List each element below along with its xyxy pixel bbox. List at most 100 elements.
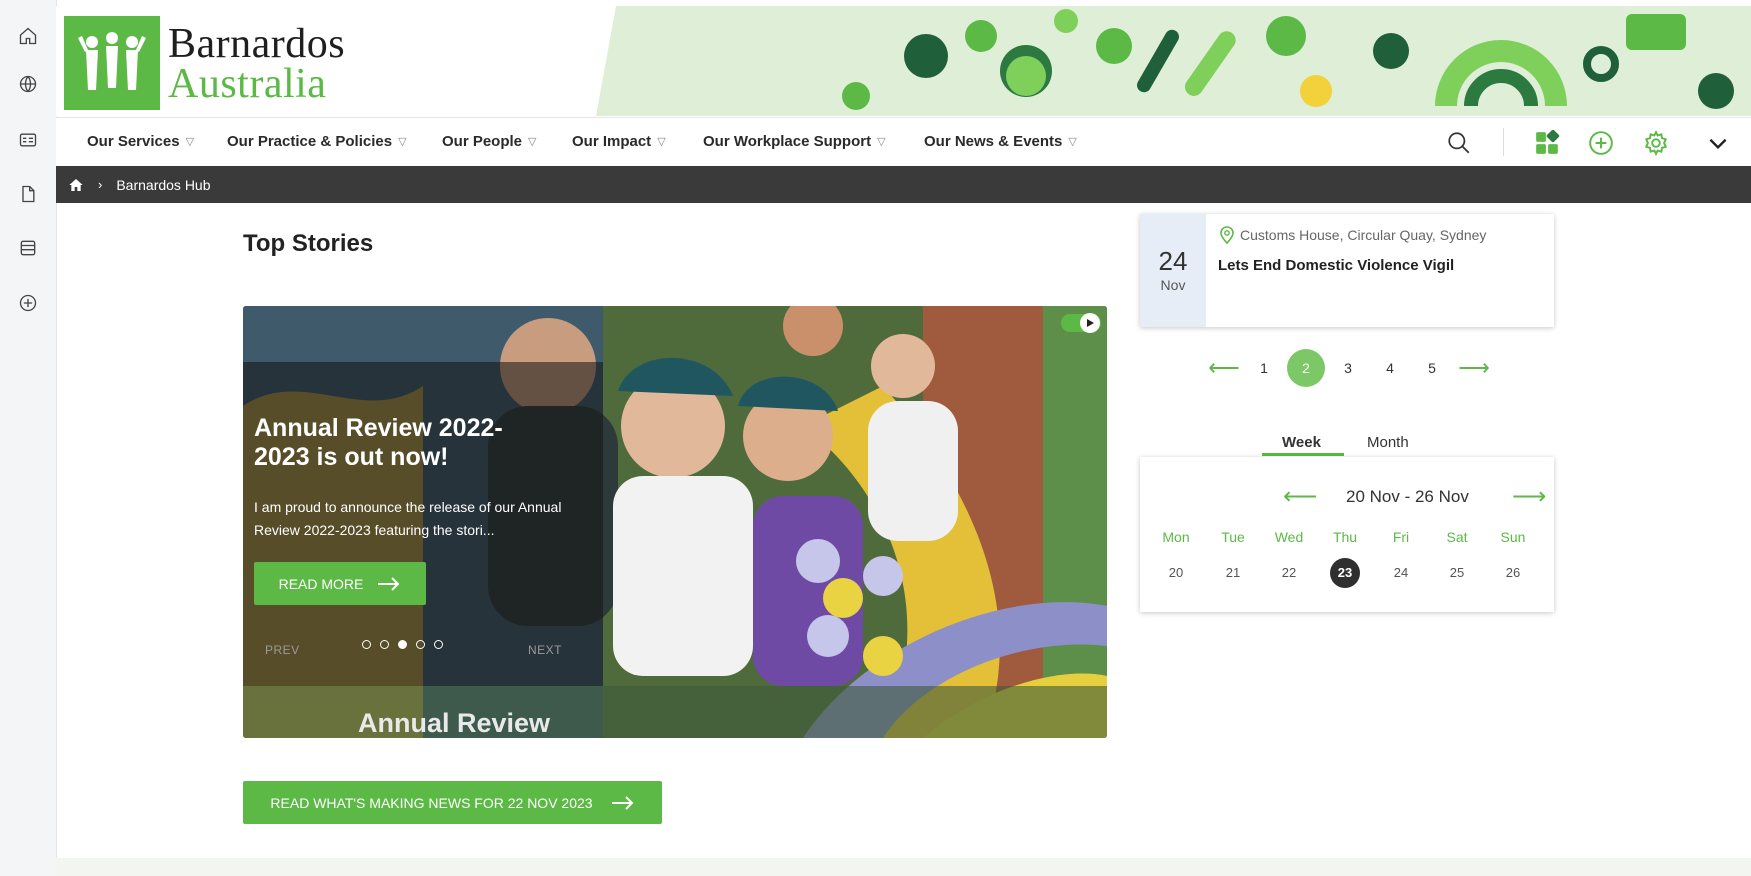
footer-strip: [56, 858, 1751, 876]
chevron-down-icon[interactable]: [1703, 128, 1733, 158]
left-rail: [0, 0, 57, 876]
event-month: Nov: [1160, 277, 1186, 293]
calendar-day[interactable]: 24: [1386, 558, 1416, 588]
weekday-label: Wed: [1274, 529, 1304, 545]
chevron-right-icon: ›: [98, 177, 103, 192]
breadcrumb-current[interactable]: Barnardos Hub: [116, 177, 210, 193]
carousel-dots: [362, 640, 443, 649]
breadcrumb: › Barnardos Hub: [56, 166, 1751, 203]
pager-page-1[interactable]: 1: [1245, 349, 1283, 387]
weekday-label: Fri: [1392, 529, 1410, 545]
calendar-day[interactable]: 21: [1218, 558, 1248, 588]
weekday-label: Sat: [1446, 529, 1468, 545]
arrow-right-icon: [611, 795, 633, 810]
event-title[interactable]: Lets End Domestic Violence Vigil: [1218, 257, 1454, 274]
nav-label: Our Services: [87, 133, 180, 150]
add-circle-icon[interactable]: [14, 289, 42, 317]
event-card[interactable]: 24 Nov Customs House, Circular Quay, Syd…: [1140, 214, 1554, 327]
search-icon[interactable]: [1444, 128, 1474, 158]
barnardos-logo[interactable]: [64, 16, 160, 110]
nav-our-services[interactable]: Our Services ▽: [87, 133, 194, 150]
banner-illustration: [596, 6, 1751, 116]
document-icon[interactable]: [14, 180, 42, 208]
slide-excerpt: I am proud to announce the release of ou…: [254, 499, 562, 538]
read-news-label: READ WHAT'S MAKING NEWS FOR 22 NOV 2023: [270, 794, 593, 811]
prev-button[interactable]: PREV: [265, 643, 300, 657]
chevron-down-icon: ▽: [528, 136, 537, 148]
carousel-dot[interactable]: [398, 640, 407, 649]
calendar-day[interactable]: 22: [1274, 558, 1304, 588]
carousel-dot[interactable]: [362, 640, 371, 649]
pager-next-icon[interactable]: ⟶: [1455, 349, 1493, 387]
tab-month[interactable]: Month: [1367, 434, 1409, 451]
chevron-down-icon: ▽: [185, 136, 195, 148]
weekday-label: Sun: [1500, 529, 1526, 545]
chevron-down-icon: ▽: [1068, 136, 1077, 148]
event-pager: ⟵ 1 2 3 4 5 ⟶: [1205, 349, 1495, 389]
carousel-dot[interactable]: [434, 640, 443, 649]
pager-page-3[interactable]: 3: [1329, 349, 1367, 387]
weekday-label: Thu: [1332, 529, 1358, 545]
event-date: 24 Nov: [1140, 214, 1206, 327]
event-location-text: Customs House, Circular Quay, Sydney: [1240, 227, 1487, 243]
calendar-day[interactable]: 20: [1161, 558, 1191, 588]
add-icon[interactable]: [1586, 128, 1616, 158]
nav-label: Our Impact: [572, 133, 652, 150]
carousel-dot[interactable]: [380, 640, 389, 649]
tab-week[interactable]: Week: [1282, 434, 1321, 451]
slide-overlay: Annual Review 2022-2023 is out now! I am…: [243, 362, 603, 686]
calendar-range: 20 Nov - 26 Nov: [1346, 487, 1469, 506]
pager-prev-icon[interactable]: ⟵: [1205, 349, 1243, 387]
header-banner: Barnardos Australia: [56, 6, 1751, 116]
home-icon[interactable]: [14, 22, 42, 50]
globe-icon[interactable]: [14, 70, 42, 98]
play-icon: [1080, 313, 1100, 333]
pager-page-4[interactable]: 4: [1371, 349, 1409, 387]
calendar-prev-icon[interactable]: ⟵: [1283, 482, 1317, 511]
event-day: 24: [1158, 246, 1188, 276]
nav-our-workplace-support[interactable]: Our Workplace Support ▽: [703, 133, 886, 150]
weekday-label: Tue: [1221, 529, 1245, 545]
home-icon[interactable]: [68, 177, 84, 193]
nav-our-news-events[interactable]: Our News & Events ▽: [924, 133, 1077, 150]
calendar-day[interactable]: 25: [1442, 558, 1472, 588]
nav-our-practice-policies[interactable]: Our Practice & Policies ▽: [227, 133, 407, 150]
slide-caption: Annual Review: [358, 708, 551, 738]
nav-divider: [1503, 128, 1504, 156]
active-tab-indicator: [1262, 453, 1344, 456]
event-location: Customs House, Circular Quay, Sydney: [1220, 226, 1486, 244]
nav-our-impact[interactable]: Our Impact ▽: [572, 133, 666, 150]
apps-icon[interactable]: [1532, 128, 1562, 158]
slide-title[interactable]: Annual Review 2022-2023 is out now!: [254, 414, 554, 472]
nav-our-people[interactable]: Our People ▽: [442, 133, 537, 150]
top-stories-title: Top Stories: [243, 230, 374, 257]
location-pin-icon: [1220, 226, 1234, 244]
pager-page-2[interactable]: 2: [1287, 349, 1325, 387]
calendar-next-icon[interactable]: ⟶: [1512, 482, 1546, 511]
main-nav: Our Services ▽ Our Practice & Policies ▽ O…: [56, 117, 1751, 167]
calendar-day-today[interactable]: 23: [1330, 558, 1360, 588]
weekday-label: Mon: [1162, 529, 1190, 545]
brand-subname: Australia: [168, 61, 327, 107]
arrow-right-icon: [378, 576, 400, 591]
chevron-down-icon: ▽: [877, 136, 886, 148]
nav-label: Our News & Events: [924, 133, 1063, 150]
calendar-day[interactable]: 26: [1498, 558, 1528, 588]
autoplay-toggle[interactable]: [1061, 313, 1101, 333]
read-more-label: READ MORE: [278, 575, 364, 592]
next-button[interactable]: NEXT: [528, 643, 562, 657]
read-news-button[interactable]: READ WHAT'S MAKING NEWS FOR 22 NOV 2023: [243, 781, 662, 824]
chevron-down-icon: ▽: [657, 136, 666, 148]
id-card-icon[interactable]: [14, 126, 42, 154]
nav-label: Our Practice & Policies: [227, 133, 393, 150]
nav-label: Our People: [442, 133, 523, 150]
carousel-dot[interactable]: [416, 640, 425, 649]
nav-label: Our Workplace Support: [703, 133, 872, 150]
chevron-down-icon: ▽: [398, 136, 407, 148]
week-calendar: ⟵ 20 Nov - 26 Nov ⟶ Mon Tue Wed Thu Fri Sat Su…: [1140, 457, 1554, 612]
pager-page-5[interactable]: 5: [1413, 349, 1451, 387]
read-more-button[interactable]: READ MORE: [254, 562, 426, 605]
list-icon[interactable]: [14, 234, 42, 262]
top-stories-carousel[interactable]: Annual Review 2022-2023 is out now! I am…: [243, 306, 1107, 738]
settings-icon[interactable]: [1641, 128, 1671, 158]
